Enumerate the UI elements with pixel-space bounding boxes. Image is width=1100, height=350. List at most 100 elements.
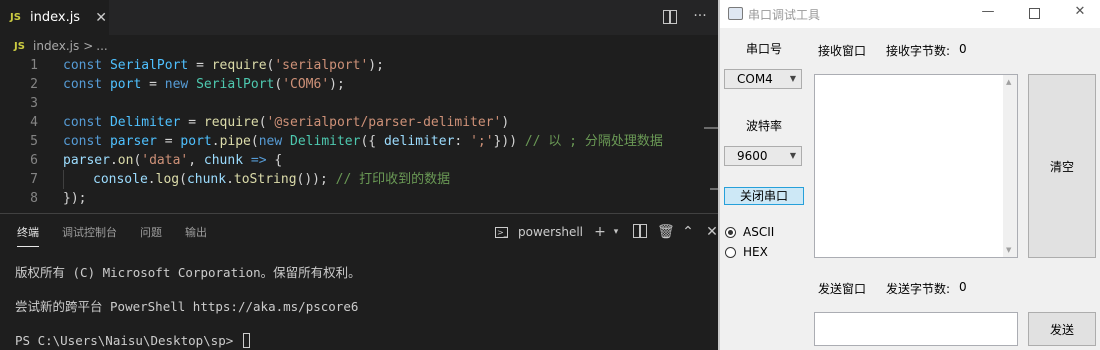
split-terminal-icon[interactable] (633, 222, 647, 242)
maximize-button[interactable] (1024, 4, 1044, 23)
send-input[interactable] (814, 312, 1018, 346)
tab-debug-console[interactable]: 调试控制台 (62, 224, 117, 247)
code-line: 1 const SerialPort = require('serialport'… (0, 56, 718, 75)
serial-tool-window: 串口调试工具 — ✕ 串口号 COM4 ▼ 波特率 9600 ▼ 关闭串口 AS… (720, 0, 1100, 350)
code-token: })) (493, 134, 525, 149)
code-token: const (63, 58, 110, 73)
overview-ruler-mark (710, 188, 718, 190)
send-button[interactable]: 发送 (1028, 312, 1096, 346)
indent-guide (63, 170, 93, 189)
code-token: pipe (219, 134, 251, 149)
code-token: new (258, 134, 291, 149)
code-token: port (109, 77, 142, 92)
maximize-panel-icon[interactable]: ⌃ (681, 224, 695, 240)
code-token: = (156, 134, 181, 149)
panel-tabs: 终端 调试控制台 问题 输出 (17, 224, 207, 247)
window-title: 串口调试工具 (748, 8, 821, 22)
new-terminal-icon[interactable]: + (593, 224, 607, 240)
code-token: . (147, 172, 156, 187)
shell-selector[interactable]: powershell (518, 225, 583, 239)
code-token: on (117, 153, 134, 168)
chevron-down-icon[interactable]: ▾ (609, 227, 623, 237)
editor-tab-bar: JS index.js ✕ ··· (0, 0, 718, 35)
chevron-down-icon: ▼ (789, 151, 796, 160)
scrollbar[interactable]: ▲ ▼ (1003, 75, 1017, 257)
code-token: ); (329, 77, 345, 92)
code-line: 6 parser. on('data', chunk => { (0, 151, 718, 170)
more-actions-icon[interactable]: ··· (692, 8, 708, 28)
minimize-button[interactable]: — (978, 4, 998, 19)
tab-output[interactable]: 输出 (185, 224, 207, 247)
close-tab-icon[interactable]: ✕ (94, 10, 108, 26)
overview-ruler-mark (704, 127, 718, 129)
scroll-down-icon[interactable]: ▼ (1006, 246, 1011, 254)
close-port-button[interactable]: 关闭串口 (724, 187, 804, 205)
code-token: // 以 ; 分隔处理数据 (524, 134, 663, 149)
recv-bytes-label: 接收字节数: (886, 44, 951, 58)
baud-select[interactable]: 9600 ▼ (724, 146, 802, 166)
code-token: chunk (203, 153, 244, 168)
code-token: require (211, 58, 267, 73)
breadcrumb-more[interactable]: ... (96, 39, 107, 53)
code-token: ';' (470, 134, 494, 149)
split-editor-icon[interactable] (662, 8, 678, 28)
breadcrumb-file[interactable]: index.js (33, 39, 79, 53)
code-token: 'COM6' (282, 77, 330, 92)
terminal-prompt: PS C:\Users\Naisu\Desktop\sp> (15, 332, 361, 350)
line-number: 4 (30, 115, 38, 130)
code-editor[interactable]: 1 const SerialPort = require('serialport'… (0, 56, 718, 208)
tab-label: index.js (30, 10, 81, 25)
trash-icon[interactable]: 🗑 (657, 224, 675, 240)
code-token: log (155, 172, 180, 187)
recv-window-label: 接收窗口 (818, 44, 867, 58)
code-token: SerialPort (196, 77, 275, 92)
code-token: parser (63, 153, 110, 168)
port-label: 串口号 (746, 42, 783, 56)
code-token: }); (63, 191, 87, 206)
code-token: ( (133, 153, 142, 168)
port-select[interactable]: COM4 ▼ (724, 69, 802, 89)
js-file-icon: JS (14, 40, 25, 52)
code-token: Delimiter (290, 134, 361, 149)
line-number: 6 (30, 153, 38, 168)
code-token: SerialPort (109, 58, 189, 73)
tab-index-js[interactable]: JS index.js ✕ (0, 0, 109, 35)
code-token: Delimiter (109, 115, 181, 130)
code-token: ( (179, 172, 187, 187)
code-token: new (164, 77, 197, 92)
tab-problems[interactable]: 问题 (140, 224, 162, 247)
breadcrumb-separator: > (83, 39, 94, 53)
code-token: console (93, 172, 148, 187)
send-bytes-label: 发送字节数: (886, 282, 951, 296)
ascii-radio[interactable] (725, 227, 736, 238)
terminal-output[interactable]: 版权所有 (C) Microsoft Corporation。保留所有权利。 尝… (15, 264, 361, 350)
hex-radio[interactable] (725, 247, 736, 258)
code-token: require (203, 115, 259, 130)
close-window-button[interactable]: ✕ (1070, 4, 1090, 19)
maximize-icon (1028, 8, 1040, 19)
code-token: = (188, 58, 212, 73)
code-token: ( (274, 77, 283, 92)
editor-actions: ··· (662, 8, 708, 28)
clear-button[interactable]: 清空 (1028, 74, 1096, 258)
code-line: 8}); (0, 189, 718, 208)
terminal-line: 尝试新的跨平台 PowerShell https://aka.ms/pscore… (15, 299, 359, 314)
baud-value: 9600 (737, 149, 768, 163)
close-panel-icon[interactable]: ✕ (705, 224, 718, 240)
line-number: 3 (30, 96, 38, 111)
code-line: 3 (0, 94, 718, 113)
send-bytes-count: 0 (959, 280, 967, 294)
port-value: COM4 (737, 72, 773, 86)
tab-terminal[interactable]: 终端 (17, 224, 39, 247)
line-number: 5 (30, 134, 38, 149)
code-token: ( (258, 115, 267, 130)
receive-textarea[interactable]: ▲ ▼ (814, 74, 1018, 258)
code-token: port (180, 134, 212, 149)
code-token: const (63, 115, 110, 130)
chevron-down-icon: ▼ (789, 74, 796, 83)
code-token: parser (109, 134, 157, 149)
code-line: 5 const parser = port. pipe(new Delimiter(… (0, 132, 718, 151)
code-token: ); (368, 58, 384, 73)
line-number: 8 (30, 191, 38, 206)
scroll-up-icon[interactable]: ▲ (1006, 78, 1011, 86)
